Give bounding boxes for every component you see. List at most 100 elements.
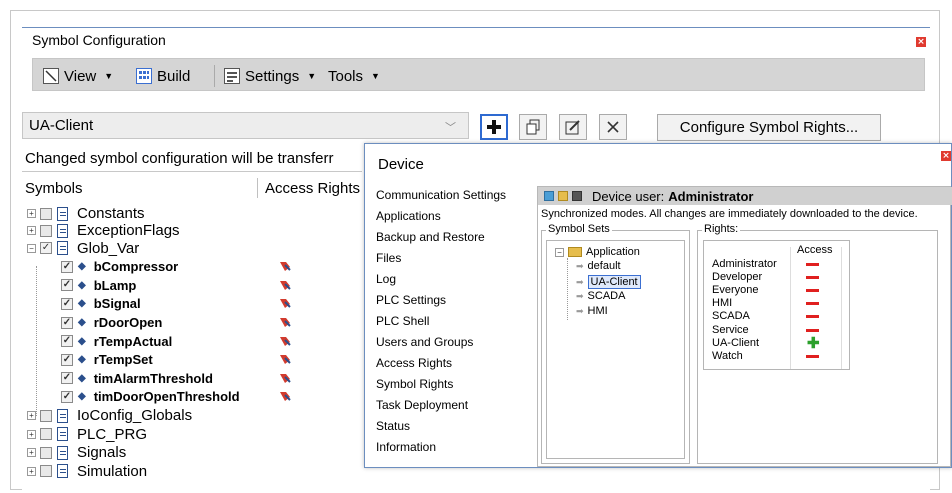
tree-folder-row[interactable]: + PLC_PRG xyxy=(27,426,147,443)
checkbox[interactable]: ✓ xyxy=(61,279,73,292)
collapse-icon[interactable]: − xyxy=(27,243,36,253)
column-divider[interactable] xyxy=(257,178,258,198)
symbol-rights-panel: Device user: Administrator Synchronized … xyxy=(537,186,952,467)
tree-folder-row[interactable]: + IoConfig_Globals xyxy=(27,407,192,424)
checkbox[interactable] xyxy=(40,207,52,220)
tree-variable-row[interactable]: ✓ ◆ rDoorOpen xyxy=(61,314,162,331)
deny-icon[interactable] xyxy=(806,328,819,332)
expand-icon[interactable]: + xyxy=(27,429,36,439)
tree-folder-row[interactable]: − ✓ Glob_Var xyxy=(27,240,139,257)
tree-folder-row[interactable]: + Signals xyxy=(27,444,126,461)
symbol-set-root[interactable]: − Application xyxy=(555,246,640,258)
symbol-set-item[interactable]: ➡ SCADA xyxy=(576,290,625,302)
configure-symbol-rights-button[interactable]: Configure Symbol Rights... xyxy=(657,114,881,141)
nav-item-log[interactable]: Log xyxy=(376,272,396,286)
folder-icon[interactable] xyxy=(558,191,568,201)
delete-button[interactable] xyxy=(599,114,627,140)
allow-icon[interactable]: ✚ xyxy=(807,336,820,351)
checkbox[interactable]: ✓ xyxy=(61,316,73,329)
access-rights-icon[interactable] xyxy=(279,335,291,347)
deny-icon[interactable] xyxy=(806,289,819,293)
checkbox[interactable] xyxy=(40,428,52,441)
toolbar: View ▼ Build Settings ▼ Tools ▼ xyxy=(32,58,925,91)
checkbox[interactable] xyxy=(40,465,52,478)
build-label: Build xyxy=(157,67,191,85)
access-rights-icon[interactable] xyxy=(279,279,291,291)
nav-item-symbol-rights[interactable]: Symbol Rights xyxy=(376,377,453,391)
nav-item-plc-shell[interactable]: PLC Shell xyxy=(376,314,429,328)
checkbox[interactable]: ✓ xyxy=(61,390,73,403)
nav-item-task-deployment[interactable]: Task Deployment xyxy=(376,398,468,412)
checkbox[interactable]: ✓ xyxy=(40,242,52,255)
save-icon[interactable] xyxy=(572,191,582,201)
symbol-set-item[interactable]: ➡ default xyxy=(576,260,621,272)
access-rights-icon[interactable] xyxy=(279,297,291,309)
checkbox[interactable]: ✓ xyxy=(61,372,73,385)
nav-item-access-rights[interactable]: Access Rights xyxy=(376,356,452,370)
tree-variable-row[interactable]: ✓ ◆ timDoorOpenThreshold xyxy=(61,388,240,405)
tree-variable-row[interactable]: ✓ ◆ rTempActual xyxy=(61,333,172,350)
tree-variable-row[interactable]: ✓ ◆ timAlarmThreshold xyxy=(61,370,213,387)
checkbox[interactable]: ✓ xyxy=(61,335,73,348)
edit-button[interactable] xyxy=(559,114,587,140)
nav-item-files[interactable]: Files xyxy=(376,251,401,265)
close-icon[interactable]: × xyxy=(941,151,951,161)
deny-icon[interactable] xyxy=(806,276,819,280)
tools-menu-button[interactable]: Tools ▼ xyxy=(328,66,380,86)
access-rights-icon[interactable] xyxy=(279,260,291,272)
chevron-down-icon: ﹀ xyxy=(445,122,456,134)
expand-icon[interactable]: + xyxy=(27,226,36,236)
nav-item-plc-settings[interactable]: PLC Settings xyxy=(376,293,446,307)
checkbox[interactable]: ✓ xyxy=(61,260,73,273)
collapse-icon[interactable]: − xyxy=(555,247,564,257)
tree-folder-row[interactable]: + ExceptionFlags xyxy=(27,222,180,239)
close-icon[interactable]: × xyxy=(916,37,926,47)
application-select[interactable]: UA-Client ﹀ xyxy=(22,112,469,139)
document-icon xyxy=(57,445,68,460)
checkbox[interactable] xyxy=(40,409,52,422)
expand-icon[interactable]: + xyxy=(27,209,36,218)
deny-icon[interactable] xyxy=(806,315,819,319)
symbol-set-item[interactable]: ➡ UA-Client xyxy=(576,275,641,289)
deny-icon[interactable] xyxy=(806,354,819,358)
checkbox[interactable] xyxy=(40,446,52,459)
variable-icon: ◆ xyxy=(78,261,86,273)
refresh-icon[interactable] xyxy=(544,191,554,201)
column-header-symbols[interactable]: Symbols xyxy=(25,180,83,197)
copy-button[interactable] xyxy=(519,114,547,140)
tree-folder-row[interactable]: + Constants xyxy=(27,205,145,222)
deny-icon[interactable] xyxy=(806,302,819,306)
deny-icon[interactable] xyxy=(806,263,819,266)
tree-variable-row[interactable]: ✓ ◆ bSignal xyxy=(61,295,141,312)
nav-item-applications[interactable]: Applications xyxy=(376,209,441,223)
settings-label: Settings xyxy=(245,67,300,85)
checkbox[interactable]: ✓ xyxy=(61,353,73,366)
tree-folder-row[interactable]: + Simulation xyxy=(27,463,147,480)
nav-item-users-and-groups[interactable]: Users and Groups xyxy=(376,335,473,349)
nav-item-status[interactable]: Status xyxy=(376,419,410,433)
tree-variable-row[interactable]: ✓ ◆ rTempSet xyxy=(61,351,153,368)
checkbox[interactable] xyxy=(40,224,52,237)
symbol-set-item[interactable]: ➡ HMI xyxy=(576,305,608,317)
access-rights-icon[interactable] xyxy=(279,372,291,384)
nav-item-communication-settings[interactable]: Communication Settings xyxy=(376,188,506,202)
nav-item-information[interactable]: Information xyxy=(376,440,436,454)
document-icon xyxy=(57,241,68,256)
nav-item-backup-and-restore[interactable]: Backup and Restore xyxy=(376,230,485,244)
tree-variable-row[interactable]: ✓ ◆ bLamp xyxy=(61,277,136,294)
add-button[interactable] xyxy=(480,114,508,140)
access-rights-icon[interactable] xyxy=(279,353,291,365)
column-header-access-rights[interactable]: Access Rights xyxy=(265,180,360,197)
build-button[interactable]: Build xyxy=(136,66,190,86)
view-menu-button[interactable]: View ▼ xyxy=(43,66,113,86)
access-rights-icon[interactable] xyxy=(279,390,291,402)
tree-variable-row[interactable]: ✓ ◆ bCompressor xyxy=(61,258,178,275)
application-select-value: UA-Client xyxy=(29,117,94,134)
expand-icon[interactable]: + xyxy=(27,448,36,458)
access-rights-icon[interactable] xyxy=(279,316,291,328)
settings-menu-button[interactable]: Settings ▼ xyxy=(224,66,316,86)
checkbox[interactable]: ✓ xyxy=(61,297,73,310)
expand-icon[interactable]: + xyxy=(27,466,36,476)
expand-icon[interactable]: + xyxy=(27,411,36,420)
document-icon xyxy=(57,223,68,238)
